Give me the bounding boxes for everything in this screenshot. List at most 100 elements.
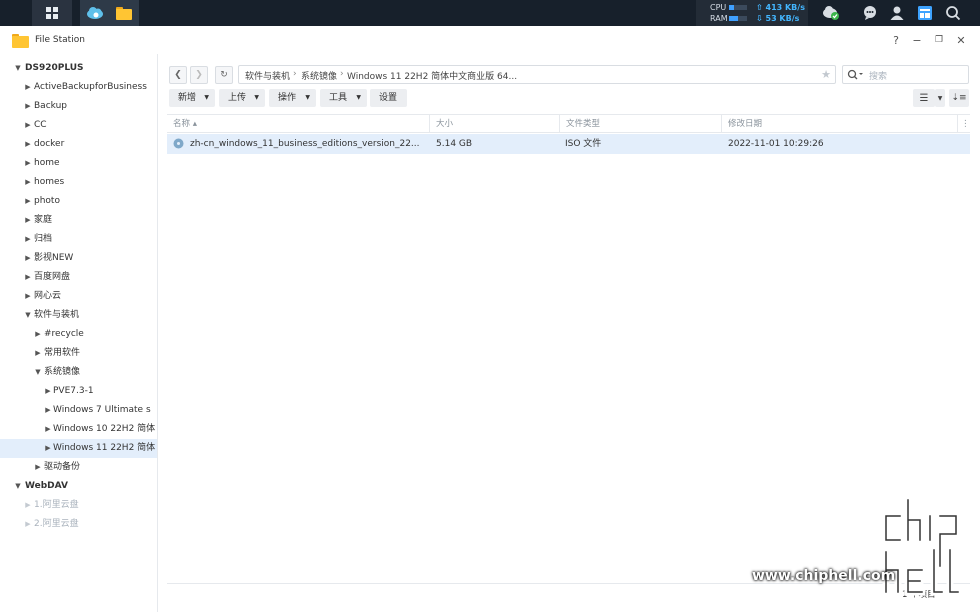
settings-button[interactable]: 设置 [370, 89, 407, 107]
caret-right-icon[interactable]: ▶ [33, 458, 43, 477]
taskbar-app-file-station[interactable] [109, 0, 139, 26]
file-type: ISO 文件 [565, 139, 602, 149]
sidebar-item[interactable]: ▶ CC [0, 116, 157, 135]
sidebar-item[interactable]: ▶ Backup [0, 97, 157, 116]
sidebar-item-label: 常用软件 [44, 348, 81, 358]
refresh-button[interactable]: ↻ [215, 66, 233, 84]
column-header-name[interactable]: 名称 ▴ [167, 115, 430, 133]
help-button[interactable]: ? [888, 32, 904, 48]
caret-down-icon[interactable]: ▼ [13, 59, 23, 78]
sidebar-item[interactable]: ▶ homes [0, 173, 157, 192]
caret-down-icon[interactable]: ▼ [23, 306, 33, 325]
sidebar-item-label: Windows 11 22H2 简体 [53, 443, 156, 453]
sidebar-item[interactable]: ▶ 2.阿里云盘 [0, 515, 157, 534]
caret-right-icon[interactable]: ▶ [23, 230, 33, 249]
breadcrumb-item[interactable]: 软件与装机 [245, 69, 290, 82]
file-list: 名称 ▴ 大小 文件类型 修改日期 ⋮ zh-cn_windows_11_bus… [167, 114, 970, 584]
column-header-size[interactable]: 大小 [430, 115, 560, 133]
sort-button[interactable]: ⇣≡ [949, 89, 969, 107]
resource-monitor[interactable]: CPU ⇧ 413 KB/s RAM ⇩ 53 KB/s [696, 0, 808, 26]
breadcrumb-item[interactable]: 系统镜像 [301, 69, 337, 82]
caret-down-icon[interactable]: ▼ [33, 363, 43, 382]
forward-button[interactable]: ❯ [190, 66, 208, 84]
caret-right-icon[interactable]: ▶ [23, 287, 33, 306]
taskbar-app-cloud[interactable] [80, 0, 110, 26]
action-button-label: 操作 [278, 93, 297, 103]
sidebar-item[interactable]: ▼ DS920PLUS [0, 59, 157, 78]
caret-right-icon[interactable]: ▶ [33, 344, 43, 363]
column-options-icon[interactable]: ⋮ [958, 115, 970, 133]
user-button[interactable] [884, 0, 910, 26]
cloud-check-icon [823, 6, 839, 20]
sidebar-item[interactable]: ▶ 影视NEW [0, 249, 157, 268]
sidebar-item[interactable]: ▶ #recycle [0, 325, 157, 344]
sidebar-item[interactable]: ▶ Windows 10 22H2 简体 [0, 420, 157, 439]
breadcrumb[interactable]: 软件与装机 › 系统镜像 › Windows 11 22H2 简体中文商业版 6… [238, 65, 836, 84]
caret-right-icon[interactable]: ▶ [23, 154, 33, 173]
sidebar-item[interactable]: ▶ 网心云 [0, 287, 157, 306]
sidebar-item[interactable]: ▶ docker [0, 135, 157, 154]
caret-right-icon[interactable]: ▶ [23, 97, 33, 116]
tools-button[interactable]: 工具 ▼ [320, 89, 367, 107]
sidebar-item[interactable]: ▶ Windows 11 22H2 简体 [0, 439, 157, 458]
sidebar-item[interactable]: ▶ photo [0, 192, 157, 211]
sidebar-item[interactable]: ▶ 归档 [0, 230, 157, 249]
upload-button[interactable]: 上传 ▼ [219, 89, 265, 107]
caret-right-icon[interactable]: ▶ [23, 192, 33, 211]
caret-right-icon[interactable]: ▶ [23, 515, 33, 534]
file-size: 5.14 GB [436, 139, 473, 149]
sidebar-item[interactable]: ▶ 常用软件 [0, 344, 157, 363]
sidebar-item[interactable]: ▶ Windows 7 Ultimate s [0, 401, 157, 420]
sidebar-item-label: 归档 [34, 234, 53, 244]
disc-image-icon [173, 138, 184, 149]
minimize-button[interactable]: − [909, 32, 925, 48]
search-input[interactable]: 搜索 [842, 65, 969, 84]
caret-right-icon[interactable]: ▶ [23, 268, 33, 287]
caret-right-icon[interactable]: ▶ [33, 325, 43, 344]
search-button[interactable] [940, 0, 966, 26]
sidebar-item[interactable]: ▶ 家庭 [0, 211, 157, 230]
column-header-type[interactable]: 文件类型 [560, 115, 722, 133]
view-mode-dropdown[interactable]: ▼ [935, 89, 945, 107]
caret-right-icon[interactable]: ▶ [43, 382, 53, 401]
caret-right-icon[interactable]: ▶ [23, 496, 33, 515]
widgets-button[interactable] [912, 0, 938, 26]
sidebar-item[interactable]: ▶ 驱动备份 [0, 458, 157, 477]
notifications-button[interactable] [857, 0, 883, 26]
main-menu-button[interactable] [32, 0, 72, 26]
caret-down-icon: ▼ [254, 94, 259, 101]
caret-right-icon[interactable]: ▶ [23, 249, 33, 268]
back-button[interactable]: ❮ [169, 66, 187, 84]
caret-right-icon[interactable]: ▶ [23, 173, 33, 192]
restore-button[interactable]: ❐ [931, 32, 947, 48]
caret-right-icon[interactable]: ▶ [23, 78, 33, 97]
sidebar-item[interactable]: ▼ 系统镜像 [0, 363, 157, 382]
sidebar-item[interactable]: ▶ PVE7.3-1 [0, 382, 157, 401]
view-mode-button[interactable]: ☰ [913, 89, 935, 107]
column-header-modified[interactable]: 修改日期 [722, 115, 958, 133]
caret-right-icon[interactable]: ▶ [43, 401, 53, 420]
caret-right-icon[interactable]: ▶ [23, 116, 33, 135]
breadcrumb-item[interactable]: Windows 11 22H2 简体中文商业版 64... [347, 69, 517, 82]
widgets-icon [918, 6, 932, 20]
table-row[interactable]: zh-cn_windows_11_business_editions_versi… [167, 134, 970, 154]
taskbar: CPU ⇧ 413 KB/s RAM ⇩ 53 KB/s [0, 0, 980, 26]
caret-right-icon[interactable]: ▶ [23, 135, 33, 154]
caret-down-icon[interactable]: ▼ [13, 477, 23, 496]
sidebar-item[interactable]: ▶ 百度网盘 [0, 268, 157, 287]
sidebar-item[interactable]: ▼ WebDAV [0, 477, 157, 496]
caret-right-icon[interactable]: ▶ [43, 420, 53, 439]
cloud-status-button[interactable] [818, 0, 844, 26]
favorite-star-icon[interactable]: ★ [821, 68, 831, 81]
cpu-rate: ⇧ 413 KB/s [756, 3, 805, 12]
sidebar-item[interactable]: ▶ ActiveBackupforBusiness [0, 78, 157, 97]
caret-right-icon[interactable]: ▶ [43, 439, 53, 458]
sidebar-item[interactable]: ▶ home [0, 154, 157, 173]
close-button[interactable]: ✕ [953, 32, 969, 48]
window-titlebar[interactable]: File Station ? − ❐ ✕ [0, 26, 980, 54]
sidebar-item[interactable]: ▼ 软件与装机 [0, 306, 157, 325]
create-button[interactable]: 新增 ▼ [169, 89, 215, 107]
caret-right-icon[interactable]: ▶ [23, 211, 33, 230]
action-button[interactable]: 操作 ▼ [269, 89, 316, 107]
sidebar-item[interactable]: ▶ 1.阿里云盘 [0, 496, 157, 515]
